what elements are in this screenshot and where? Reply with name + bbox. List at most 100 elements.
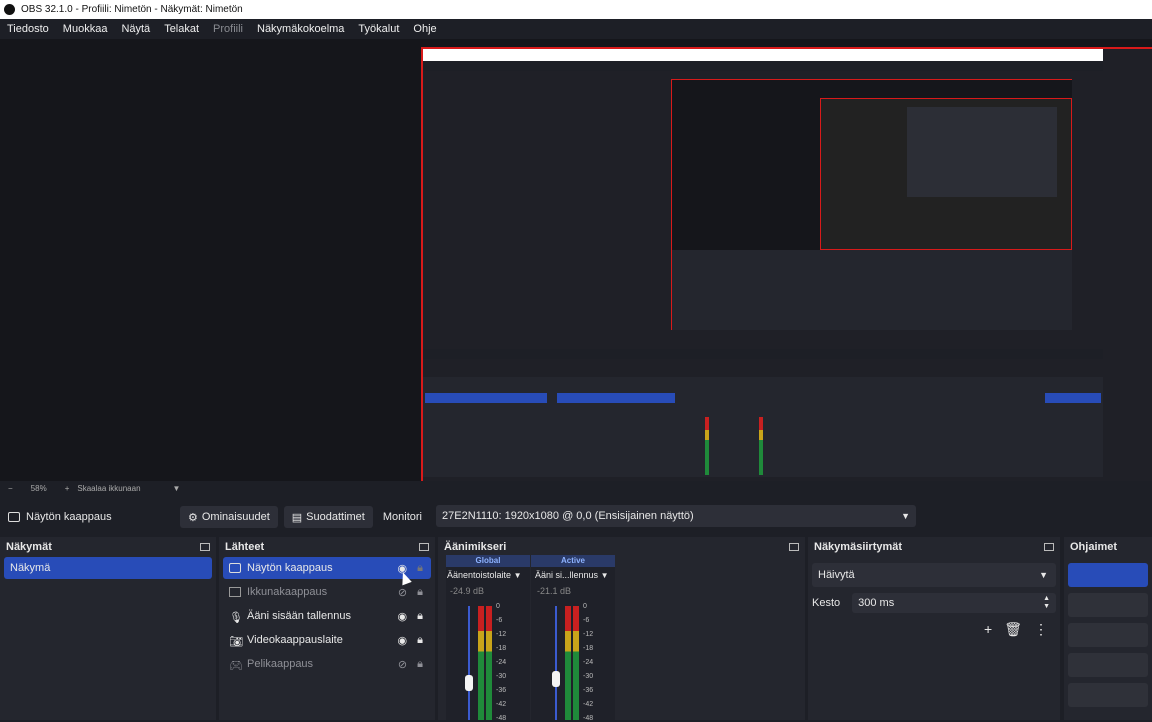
source-item[interactable]: Ikkunakaappaus ⊘ 🔒︎	[223, 581, 431, 603]
source-item-controls: ⊘ 🔒︎	[398, 586, 423, 599]
lock-icon[interactable]: 🔒︎	[417, 562, 423, 575]
mirror-zoombar	[423, 349, 1103, 359]
transition-select[interactable]: Häivytä ▼	[812, 563, 1056, 587]
db-tick: -36	[583, 687, 594, 694]
more-icon[interactable]: ⋮	[1034, 621, 1048, 638]
mixer-channel-name-label: Äänentoistolaite	[447, 570, 512, 580]
volume-meter	[565, 606, 571, 720]
undock-icon[interactable]	[419, 543, 429, 551]
menu-tools[interactable]: Työkalut	[358, 23, 399, 35]
volume-slider-track[interactable]	[555, 606, 557, 720]
mixer-channel-name[interactable]: Äänentoistolaite ▼	[447, 570, 530, 580]
db-tick: -12	[583, 631, 594, 638]
monitor-icon	[8, 512, 20, 522]
start-recording-button[interactable]	[1068, 593, 1148, 617]
lock-icon[interactable]: 🔒︎	[417, 658, 423, 671]
eye-hidden-icon[interactable]: ⊘	[398, 586, 407, 599]
duration-spinbox[interactable]: 300 ms ▲ ▼	[852, 593, 1056, 613]
source-item[interactable]: 🎙︎ Ääni sisään tallennus ◉ 🔒︎	[223, 605, 431, 627]
zoom-out-button[interactable]: −	[8, 484, 13, 493]
volume-slider-handle[interactable]	[552, 671, 560, 687]
db-tick: -36	[496, 687, 507, 694]
zoom-bar: − 58% + Skaalaa ikkunaan ▼	[0, 481, 1152, 496]
menu-help[interactable]: Ohje	[413, 23, 436, 35]
undock-icon[interactable]	[1044, 543, 1054, 551]
mirror-scene-selected	[425, 393, 547, 403]
microphone-icon: 🎙︎	[229, 612, 243, 624]
monitor-icon	[229, 563, 241, 573]
mixer-channel-name[interactable]: Ääni si...llennus ▼	[535, 570, 615, 580]
eye-icon[interactable]: ◉	[398, 610, 408, 623]
eye-hidden-icon[interactable]: ⊘	[398, 658, 407, 671]
window-title: OBS 32.1.0 - Profiili: Nimetön - Näkymät…	[21, 4, 243, 15]
filter-icon: ▤	[291, 511, 303, 524]
volume-slider-track[interactable]	[468, 606, 470, 720]
trash-icon[interactable]: 🗑︎	[1004, 621, 1022, 638]
source-item[interactable]: 📷︎ Videokaappauslaite ◉ 🔒︎	[223, 629, 431, 651]
zoom-level: 58%	[30, 484, 47, 493]
sources-dock-header: Lähteet	[219, 537, 435, 557]
transitions-dock: Näkymäsiirtymät Häivytä ▼ Kesto 300 ms ▲…	[808, 537, 1060, 720]
mirror-inner-preview	[671, 79, 1072, 330]
monitor-label: Monitori	[382, 511, 422, 523]
undock-icon[interactable]	[200, 543, 210, 551]
chevron-down-icon: ▼	[1039, 570, 1048, 580]
duration-value: 300 ms	[858, 597, 895, 609]
menu-file[interactable]: Tiedosto	[7, 23, 49, 35]
menu-docks[interactable]: Telakat	[164, 23, 199, 35]
context-source: Näytön kaappaus	[8, 511, 168, 523]
scene-item[interactable]: Näkymä	[4, 557, 212, 579]
chevron-down-icon: ▼	[600, 571, 609, 580]
mirror-inner-preview-3	[907, 107, 1057, 197]
menu-view[interactable]: Näytä	[121, 23, 150, 35]
lock-icon[interactable]: 🔒︎	[417, 610, 423, 623]
volume-meter	[573, 606, 579, 720]
menu-profile[interactable]: Profiili	[213, 23, 243, 35]
window-titlebar: OBS 32.1.0 - Profiili: Nimetön - Näkymät…	[0, 0, 1152, 19]
start-streaming-button[interactable]	[1068, 563, 1148, 587]
mixer-channel-name-label: Ääni si...llennus	[535, 570, 599, 580]
mirror-docks	[423, 377, 1103, 477]
monitor-select[interactable]: 27E2N1110: 1920x1080 @ 0,0 (Ensisijainen…	[436, 505, 916, 527]
volume-slider-handle[interactable]	[465, 675, 473, 691]
db-tick: -6	[583, 617, 590, 624]
mixer-channel-db: -24.9 dB	[450, 586, 485, 596]
menu-bar: Tiedosto Muokkaa Näytä Telakat Profiili …	[0, 19, 1152, 39]
gamepad-icon: 🎮︎	[229, 660, 243, 672]
spin-arrows-icon[interactable]: ▲ ▼	[1043, 595, 1050, 611]
undock-icon[interactable]	[789, 543, 799, 551]
source-item-label: Ääni sisään tallennus	[247, 610, 351, 622]
transition-select-value: Häivytä	[818, 569, 855, 581]
eye-icon[interactable]: ◉	[398, 634, 408, 647]
source-item[interactable]: 🎮︎ Pelikaappaus ⊘ 🔒︎	[223, 653, 431, 675]
studio-mode-button[interactable]	[1068, 653, 1148, 677]
db-tick: -24	[496, 659, 507, 666]
zoom-fit-button[interactable]: Skaalaa ikkunaan	[77, 484, 140, 493]
menu-edit[interactable]: Muokkaa	[63, 23, 108, 35]
lock-icon[interactable]: 🔒︎	[417, 634, 423, 647]
mirror-contextbar	[423, 361, 1103, 375]
filters-button[interactable]: ▤ Suodattimet	[283, 506, 373, 528]
mirror-inner-docks	[672, 250, 1072, 330]
lock-icon[interactable]: 🔒︎	[417, 586, 423, 599]
settings-button[interactable]	[1068, 683, 1148, 707]
mixer-dock-header: Äänimikseri	[438, 537, 805, 557]
chevron-down-icon: ▼	[513, 571, 522, 580]
db-tick: 0	[583, 603, 587, 610]
window-icon	[229, 587, 241, 597]
mixer-title: Äänimikseri	[444, 541, 507, 553]
preview-canvas[interactable]	[421, 47, 1152, 481]
mirror-controls-selected	[1045, 393, 1101, 403]
properties-button[interactable]: ⚙ Ominaisuudet	[180, 506, 278, 528]
mirror-source-selected	[557, 393, 675, 403]
mixer-channel-db: -21.1 dB	[537, 586, 572, 596]
menu-scene-collection[interactable]: Näkymäkokoelma	[257, 23, 344, 35]
db-tick: -6	[496, 617, 503, 624]
zoom-in-button[interactable]: +	[65, 484, 70, 493]
scene-item-label: Näkymä	[10, 562, 51, 574]
controls-title: Ohjaimet	[1070, 541, 1118, 553]
add-icon[interactable]: +	[984, 621, 992, 638]
zoom-dropdown-icon[interactable]: ▼	[173, 484, 181, 493]
duration-row: Kesto 300 ms ▲ ▼	[812, 593, 1056, 613]
virtual-camera-button[interactable]	[1068, 623, 1148, 647]
